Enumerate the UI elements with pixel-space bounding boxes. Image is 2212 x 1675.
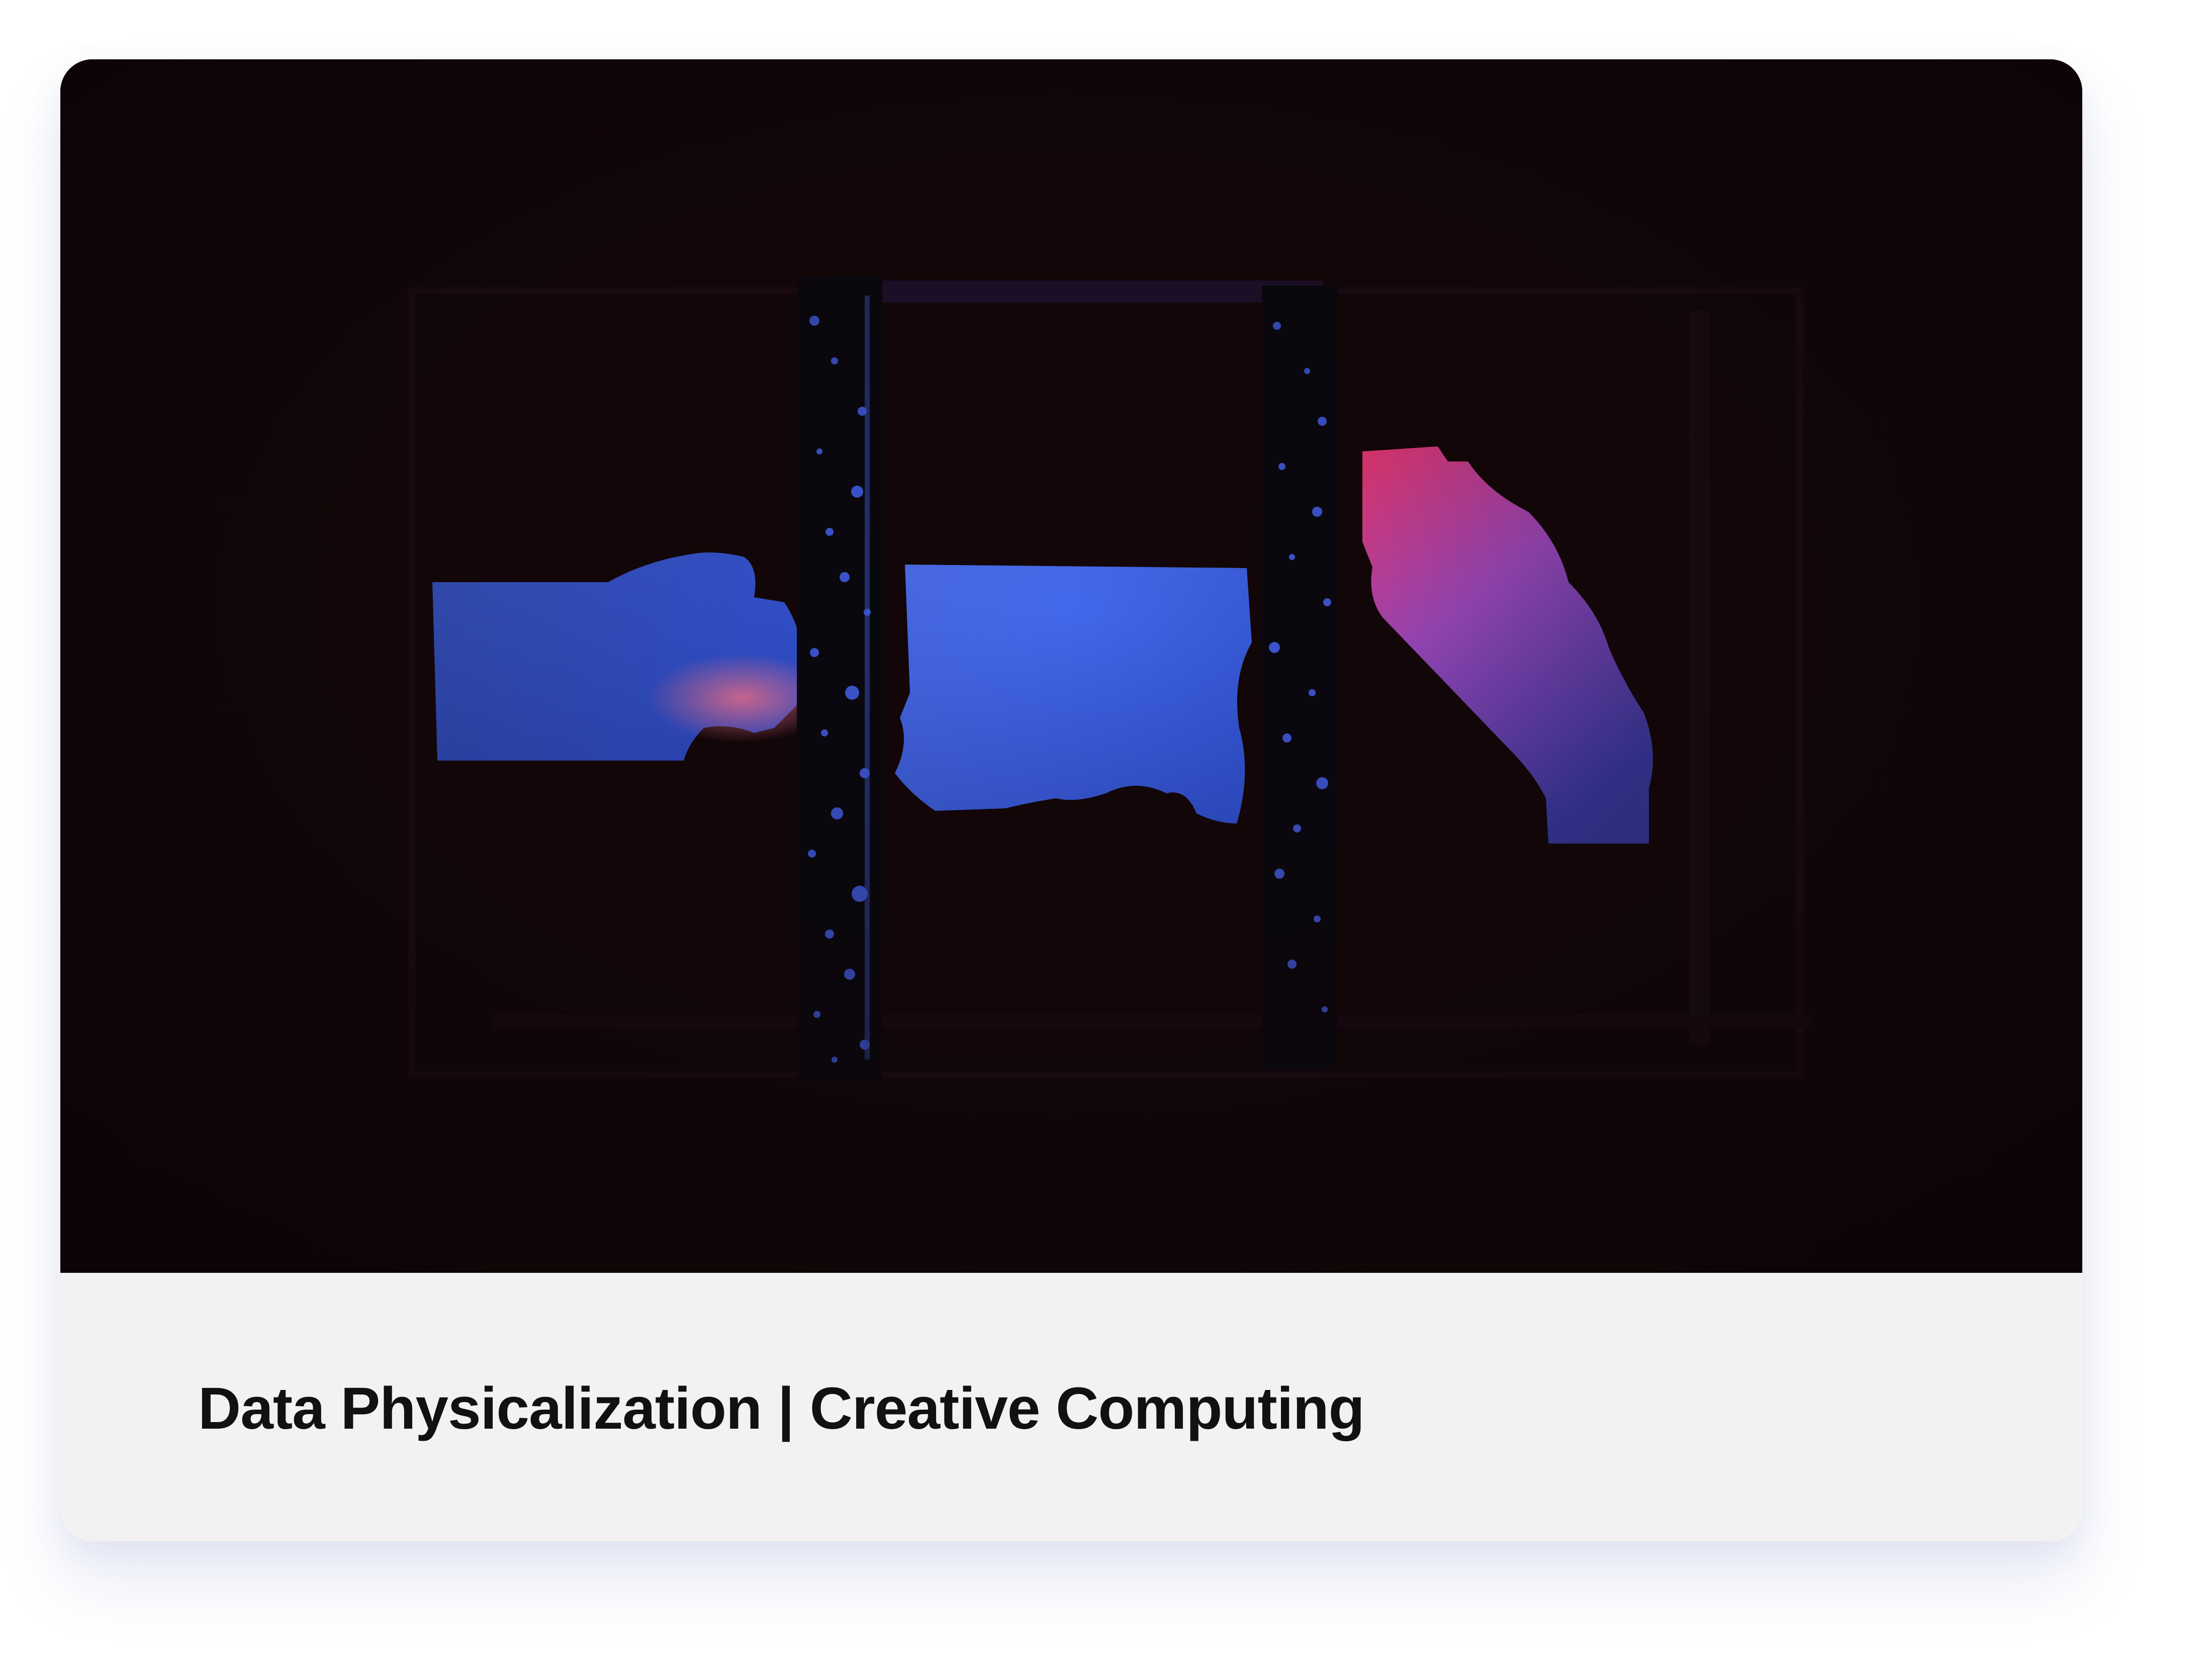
card-title[interactable]: Data Physicalization | Creative Computin…	[198, 1373, 1365, 1444]
photo-image-icon	[60, 59, 2082, 1273]
project-card[interactable]: Data Physicalization | Creative Computin…	[60, 59, 2082, 1541]
card-caption: Data Physicalization | Creative Computin…	[60, 1273, 2082, 1541]
project-photo[interactable]	[60, 59, 2082, 1273]
